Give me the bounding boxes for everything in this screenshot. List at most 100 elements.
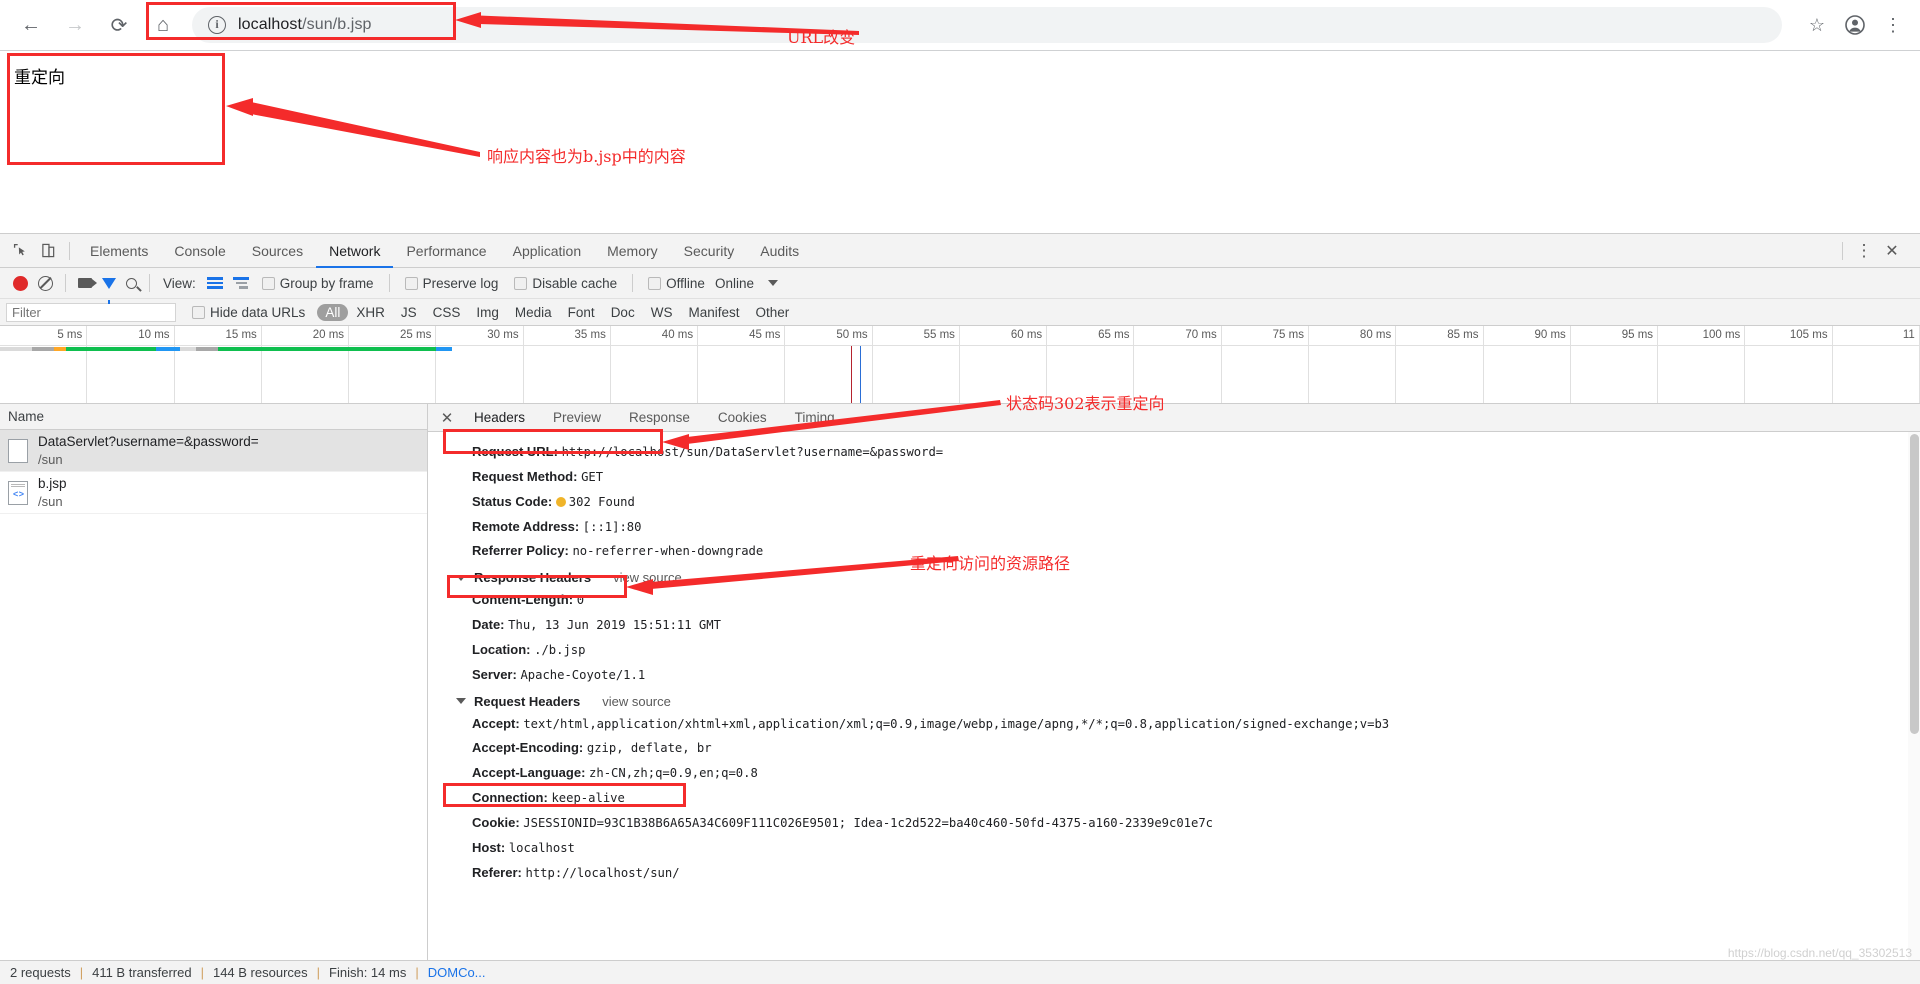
tab-elements[interactable]: Elements (77, 234, 161, 268)
clear-button[interactable] (33, 268, 58, 298)
tab-sources[interactable]: Sources (239, 234, 316, 268)
close-detail-icon[interactable]: ✕ (434, 404, 460, 431)
funnel-icon (102, 277, 116, 304)
bookmark-star-icon[interactable]: ☆ (1800, 8, 1834, 42)
detail-tab-headers[interactable]: Headers (460, 404, 539, 431)
tab-performance[interactable]: Performance (393, 234, 499, 268)
filter-type-css[interactable]: CSS (425, 304, 469, 321)
capture-screenshots-button[interactable] (73, 268, 97, 298)
filter-type-js[interactable]: JS (393, 304, 425, 321)
tick-label: 85 ms (1396, 326, 1484, 345)
detail-tab-timing[interactable]: Timing (781, 404, 849, 431)
detail-tab-cookies[interactable]: Cookies (704, 404, 781, 431)
detail-scrollbar[interactable] (1908, 432, 1920, 960)
view-source-link-response[interactable]: view source (613, 570, 682, 585)
disable-cache-checkbox[interactable]: Disable cache (514, 276, 617, 291)
header-key: Connection: (472, 790, 548, 806)
home-icon: ⌂ (156, 13, 170, 36)
address-bar[interactable]: i localhost/sun/b.jsp (192, 7, 1782, 43)
chrome-menu-icon[interactable]: ⋮ (1876, 8, 1910, 42)
filter-type-manifest[interactable]: Manifest (680, 304, 747, 321)
filter-toggle-button[interactable] (97, 268, 121, 304)
filter-type-media[interactable]: Media (507, 304, 560, 321)
detail-tab-preview[interactable]: Preview (539, 404, 615, 431)
preserve-log-label: Preserve log (422, 275, 499, 291)
chevron-down-icon[interactable] (767, 280, 778, 286)
toolbar-divider-3 (388, 274, 390, 292)
view-list-button[interactable] (202, 268, 228, 298)
header-key: Server: (472, 666, 517, 682)
offline-label: Offline (666, 275, 705, 291)
detail-tab-response[interactable]: Response (615, 404, 704, 431)
tick-label: 35 ms (524, 326, 611, 345)
tabbar-divider-right (1842, 241, 1843, 260)
throttling-select[interactable]: Online (715, 276, 754, 291)
tab-memory[interactable]: Memory (594, 234, 671, 268)
filter-type-img[interactable]: Img (468, 304, 507, 321)
tab-audits[interactable]: Audits (747, 234, 812, 268)
header-value: http://localhost/sun/ (525, 865, 680, 880)
tab-console[interactable]: Console (161, 234, 238, 268)
response-header-location: Location: ./b.jsp (450, 638, 1920, 663)
header-key: Referer: (472, 864, 522, 880)
tab-security[interactable]: Security (671, 234, 748, 268)
header-value: [::1]:80 (582, 519, 642, 534)
filter-type-ws[interactable]: WS (643, 304, 681, 321)
camera-icon (78, 278, 97, 288)
device-toolbar-icon[interactable] (34, 237, 62, 265)
forward-button[interactable]: → (56, 6, 94, 44)
devtools-more-icon[interactable]: ⋮ (1850, 237, 1878, 265)
filter-type-font[interactable]: Font (560, 304, 603, 321)
overview-waterfall (0, 346, 1920, 403)
status-domcontentloaded[interactable]: DOMCo... (428, 965, 486, 980)
view-waterfall-button[interactable] (228, 268, 254, 298)
preserve-log-checkbox[interactable]: Preserve log (404, 275, 499, 291)
request-row-dataservlet[interactable]: DataServlet?username=&password= /sun (0, 430, 427, 472)
back-button[interactable]: ← (12, 6, 50, 44)
header-key: Status Code: (472, 493, 553, 509)
hide-data-urls-checkbox[interactable]: Hide data URLs (192, 305, 305, 320)
offline-checkbox[interactable]: Offline (648, 276, 705, 291)
blank-doc-icon (8, 438, 28, 463)
header-referrer-policy: Referrer Policy: no-referrer-when-downgr… (450, 539, 1920, 564)
cursor-select-icon (13, 243, 25, 256)
filter-input[interactable] (6, 302, 176, 322)
tab-application[interactable]: Application (500, 234, 595, 268)
home-button[interactable]: ⌂ (144, 6, 182, 44)
header-value: ./b.jsp (534, 642, 586, 657)
tick-label: 11 (1833, 326, 1920, 345)
detail-scrollbar-thumb[interactable] (1910, 434, 1919, 734)
status-finish: Finish: 14 ms (329, 965, 407, 980)
inspect-element-icon[interactable] (6, 237, 34, 265)
request-row-bjsp[interactable]: b.jsp /sun (0, 472, 427, 514)
profile-avatar-icon[interactable] (1838, 8, 1872, 42)
header-key: Content-Length: (472, 592, 574, 608)
request-list-column-header[interactable]: Name (0, 404, 427, 430)
response-headers-section-header[interactable]: Response Headers view source (450, 564, 1920, 588)
header-value: http://localhost/sun/DataServlet?usernam… (561, 445, 944, 459)
header-value: GET (581, 469, 604, 484)
filter-type-xhr[interactable]: XHR (348, 304, 393, 321)
request-headers-section-header[interactable]: Request Headers view source (450, 688, 1920, 712)
tick-label: 10 ms (87, 326, 175, 345)
tab-network[interactable]: Network (316, 234, 393, 268)
header-key: Host: (472, 839, 506, 855)
annotation-label-status-code: 状态码302表示重定向 (1006, 394, 1165, 413)
back-arrow-icon: ← (21, 13, 41, 36)
devtools-close-icon[interactable]: ✕ (1878, 237, 1906, 265)
forward-arrow-icon: → (65, 13, 85, 36)
filter-type-all[interactable]: All (317, 303, 349, 321)
view-source-link-request[interactable]: view source (602, 694, 671, 709)
record-button[interactable] (8, 268, 33, 298)
network-overview[interactable]: 5 ms 10 ms 15 ms 20 ms 25 ms 30 ms 35 ms… (0, 326, 1920, 404)
tick-label: 30 ms (436, 326, 524, 345)
group-by-frame-checkbox[interactable]: Group by frame (261, 276, 374, 291)
tick-label: 95 ms (1571, 326, 1659, 345)
search-button[interactable] (121, 268, 142, 298)
network-status-bar: 2 requests | 411 B transferred | 144 B r… (0, 960, 1920, 984)
filter-type-doc[interactable]: Doc (603, 304, 643, 321)
checkbox-box (648, 276, 662, 290)
reload-button[interactable]: ⟳ (100, 6, 138, 44)
page-info-icon[interactable]: i (208, 16, 226, 34)
filter-type-other[interactable]: Other (747, 304, 797, 321)
